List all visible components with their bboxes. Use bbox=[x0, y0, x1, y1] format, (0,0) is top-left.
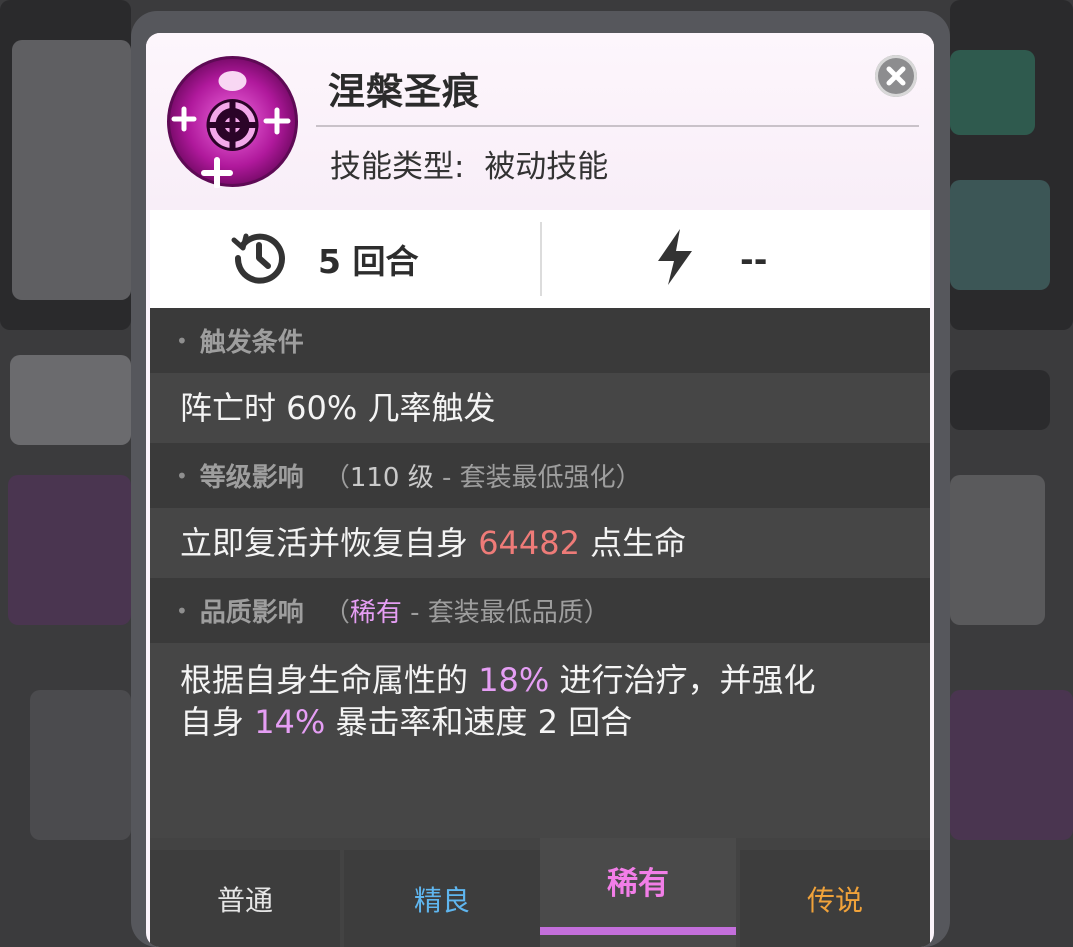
background-card-right bbox=[950, 180, 1050, 290]
active-tab-underline bbox=[540, 927, 736, 935]
background-button-batch bbox=[950, 370, 1050, 430]
tab-label: 精良 bbox=[413, 883, 470, 917]
tab-rare[interactable]: 稀有 bbox=[540, 838, 736, 947]
tab-legendary[interactable]: 传说 bbox=[740, 850, 930, 947]
cooldown-value: 5 回合 bbox=[318, 242, 419, 281]
level-desc: 立即复活并恢复自身 64482 点生命 bbox=[180, 524, 687, 562]
skill-detail-dialog: 涅槃圣痕 技能类型: 被动技能 5 回合 -- • 触发条件 阵亡时 60% 几… bbox=[146, 33, 934, 947]
tab-label: 普通 bbox=[216, 883, 273, 917]
quality-note-rarity: 稀有 bbox=[349, 598, 402, 628]
close-button[interactable] bbox=[875, 55, 917, 97]
buff-percent: 14% bbox=[254, 703, 326, 741]
background-button-teal bbox=[950, 50, 1035, 135]
stats-divider bbox=[540, 222, 542, 296]
level-note-level: 110 级 bbox=[349, 463, 434, 493]
level-title: 等级影响 bbox=[199, 463, 304, 493]
quality-desc-line-2: 自身 14% 暴击率和速度 2 回合 bbox=[180, 703, 633, 741]
skill-type-value: 被动技能 bbox=[484, 149, 609, 185]
trigger-section-body: 阵亡时 60% 几率触发 bbox=[150, 373, 930, 443]
quality-tabs: 普通 精良 稀有 传说 bbox=[150, 838, 930, 947]
tab-common[interactable]: 普通 bbox=[150, 850, 340, 947]
bullet-dot: • bbox=[176, 598, 188, 623]
level-note: （110 级 - 套装最低强化） bbox=[323, 463, 642, 493]
skill-effects-panel: • 触发条件 阵亡时 60% 几率触发 • 等级影响 （110 级 - 套装最低… bbox=[150, 308, 930, 947]
heal-percent: 18% bbox=[478, 661, 550, 699]
quality-note: （稀有 - 套装最低品质） bbox=[323, 598, 610, 628]
bullet-dot: • bbox=[176, 328, 188, 353]
lightning-bolt-icon bbox=[650, 227, 700, 291]
level-section-body: 立即复活并恢复自身 64482 点生命 bbox=[150, 508, 930, 578]
skill-header: 涅槃圣痕 技能类型: 被动技能 bbox=[146, 33, 934, 210]
bullet-dot: • bbox=[176, 463, 188, 488]
background-item-left-2 bbox=[30, 690, 131, 840]
energy-value: -- bbox=[740, 239, 768, 279]
close-icon bbox=[886, 66, 906, 86]
quality-section-header: • 品质影响 （稀有 - 套装最低品质） bbox=[150, 578, 930, 643]
energy-stat: -- bbox=[650, 210, 767, 308]
skill-type: 技能类型: 被动技能 bbox=[330, 141, 608, 186]
phoenix-cross-emblem-icon bbox=[166, 55, 299, 189]
heal-amount: 64482 bbox=[478, 524, 580, 562]
cooldown-stat: 5 回合 bbox=[230, 210, 418, 308]
background-button-use bbox=[10, 355, 131, 445]
background-card-left bbox=[12, 40, 131, 300]
background-item-right-2 bbox=[950, 690, 1073, 840]
trigger-section-header: • 触发条件 bbox=[150, 308, 930, 373]
tab-fine[interactable]: 精良 bbox=[344, 850, 540, 947]
trigger-desc: 阵亡时 60% 几率触发 bbox=[180, 389, 496, 427]
skill-stats-row: 5 回合 -- bbox=[150, 210, 930, 308]
background-item-right bbox=[950, 475, 1045, 625]
background-item-left bbox=[8, 475, 131, 625]
title-divider bbox=[316, 125, 919, 127]
quality-title: 品质影响 bbox=[199, 598, 304, 628]
quality-section-body: 根据自身生命属性的 18% 进行治疗，并强化 自身 14% 暴击率和速度 2 回… bbox=[150, 643, 930, 838]
quality-desc-line-1: 根据自身生命属性的 18% 进行治疗，并强化 bbox=[180, 661, 816, 699]
tab-label: 稀有 bbox=[607, 866, 669, 902]
clock-history-icon bbox=[230, 228, 288, 290]
trigger-title: 触发条件 bbox=[199, 328, 304, 358]
tab-label: 传说 bbox=[806, 883, 863, 917]
skill-type-label: 技能类型: bbox=[330, 149, 465, 185]
level-section-header: • 等级影响 （110 级 - 套装最低强化） bbox=[150, 443, 930, 508]
skill-name: 涅槃圣痕 bbox=[328, 70, 480, 113]
